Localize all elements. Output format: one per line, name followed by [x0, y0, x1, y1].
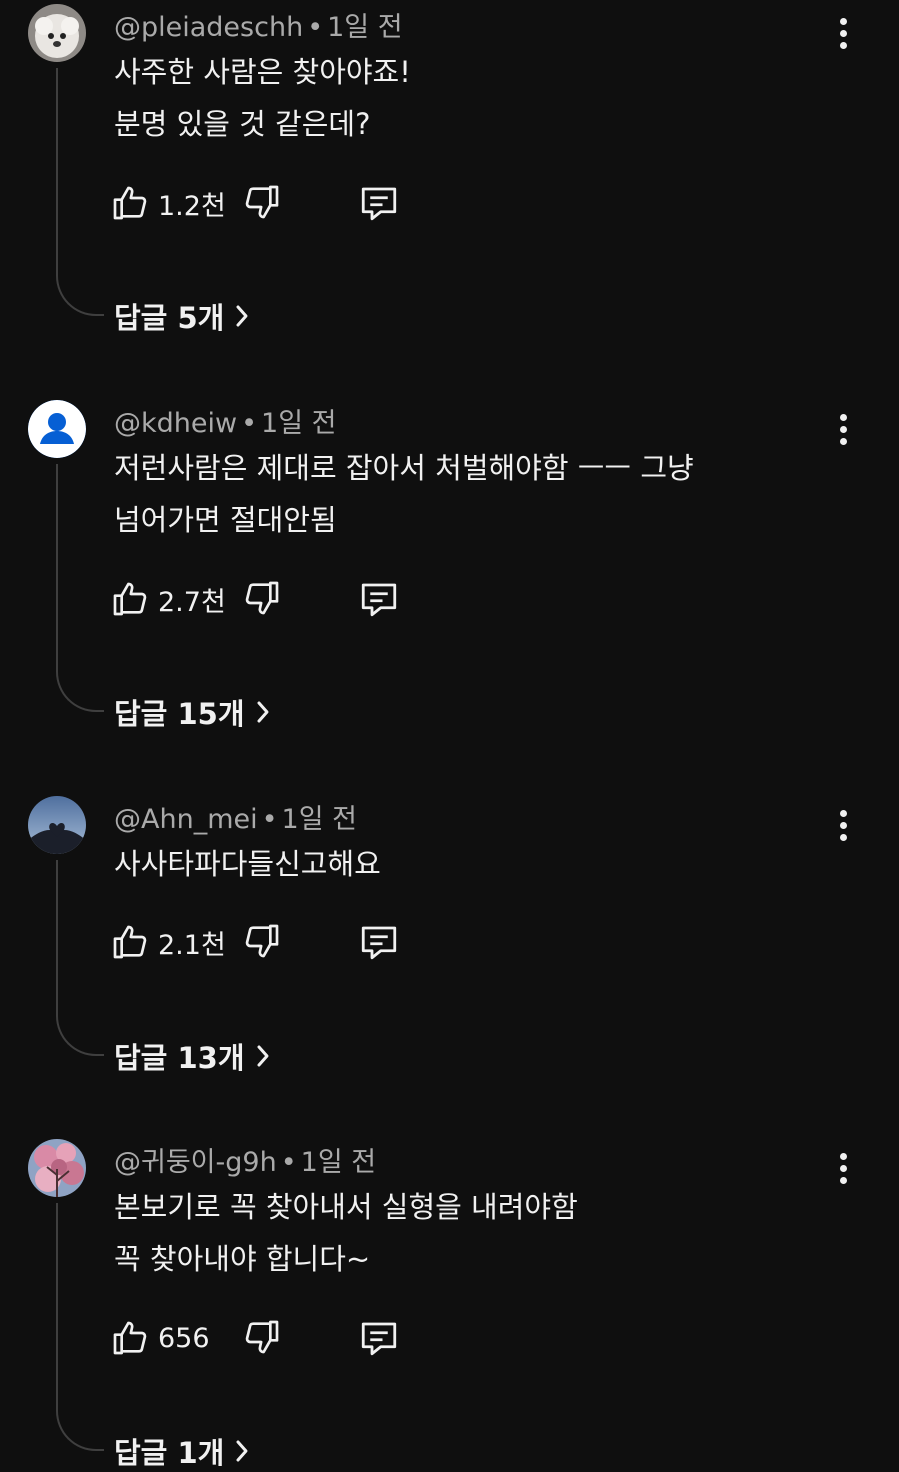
comment-item: @pleiadeschh • 1일 전 사주한 사람은 찾아야죠! 분명 있을 것 …: [0, 0, 899, 360]
reply-button[interactable]: [358, 182, 400, 228]
comment-line: 저런사람은 제대로 잡아서 처벌해야함 ㅡㅡ 그냥: [114, 451, 694, 485]
reply-button[interactable]: [358, 1317, 400, 1363]
comment-header: @Ahn_mei • 1일 전: [114, 797, 357, 836]
reply-button[interactable]: [358, 921, 400, 967]
more-options-icon[interactable]: [828, 406, 858, 452]
comment-icon: [361, 1322, 397, 1356]
thumbs-down-icon: [245, 924, 279, 958]
comment-time: 1일 전: [327, 12, 403, 43]
thread-line: [56, 68, 104, 316]
dislike-button[interactable]: [242, 182, 282, 226]
avatar[interactable]: [28, 400, 86, 458]
reply-button[interactable]: [358, 578, 400, 624]
view-replies-button[interactable]: 답글 5개: [114, 295, 250, 337]
replies-count-label: 답글 5개: [114, 301, 225, 335]
thumbs-up-icon: [113, 925, 147, 959]
avatar[interactable]: [28, 796, 86, 854]
comment-actions: 2.7천: [110, 576, 430, 622]
thumbs-up-icon: [113, 186, 147, 220]
comment-item: @Ahn_mei • 1일 전 사사타파다들신고해요 2.1천 답글 13개: [0, 792, 899, 1102]
thumbs-down-icon: [245, 581, 279, 615]
comment-item: @귀둥이-g9h • 1일 전 본보기로 꼭 찾아내서 실형을 내려야함 꼭 찾아내…: [0, 1135, 899, 1470]
dislike-button[interactable]: [242, 921, 282, 965]
like-button[interactable]: 2.7천: [110, 576, 226, 622]
comment-line: 넘어가면 절대안됨: [114, 503, 337, 537]
comment-actions: 656: [110, 1315, 430, 1361]
comment-item: @kdheiw • 1일 전 저런사람은 제대로 잡아서 처벌해야함 ㅡㅡ 그냥 넘…: [0, 396, 899, 756]
thumbs-down-icon: [245, 185, 279, 219]
thread-line: [56, 860, 104, 1056]
chevron-right-icon: [236, 1440, 248, 1462]
author-handle[interactable]: @kdheiw: [114, 408, 237, 439]
thumbs-up-icon: [113, 1321, 147, 1355]
comment-icon: [361, 583, 397, 617]
comment-header: @귀둥이-g9h • 1일 전: [114, 1140, 376, 1179]
separator-dot: •: [280, 1147, 297, 1178]
comment-icon: [361, 926, 397, 960]
more-options-icon[interactable]: [828, 802, 858, 848]
chevron-right-icon: [236, 305, 248, 327]
author-handle[interactable]: @Ahn_mei: [114, 804, 258, 835]
like-count: 2.7천: [158, 586, 226, 618]
separator-dot: •: [307, 12, 324, 43]
author-handle[interactable]: @귀둥이-g9h: [114, 1147, 277, 1178]
like-button[interactable]: 1.2천: [110, 180, 226, 226]
like-button[interactable]: 656: [110, 1315, 210, 1361]
chevron-right-icon: [257, 701, 268, 723]
separator-dot: •: [241, 408, 258, 439]
comment-line: 분명 있을 것 같은데?: [114, 107, 371, 141]
replies-count-label: 답글 1개: [114, 1436, 225, 1470]
view-replies-button[interactable]: 답글 1개: [114, 1430, 250, 1472]
comment-text: 본보기로 꼭 찾아내서 실형을 내려야함 꼭 찾아내야 합니다~: [114, 1181, 578, 1285]
comment-time: 1일 전: [300, 1147, 377, 1178]
comment-actions: 2.1천: [110, 919, 430, 965]
comment-actions: 1.2천: [110, 180, 430, 226]
dislike-button[interactable]: [242, 578, 282, 622]
avatar[interactable]: [28, 4, 86, 62]
comment-line: 본보기로 꼭 찾아내서 실형을 내려야함: [114, 1190, 578, 1224]
thumbs-down-icon: [245, 1320, 279, 1354]
thread-line: [56, 1203, 104, 1451]
comment-header: @pleiadeschh • 1일 전: [114, 5, 403, 44]
comment-time: 1일 전: [261, 408, 337, 439]
replies-count-label: 답글 13개: [114, 1041, 245, 1075]
more-options-icon[interactable]: [828, 10, 858, 56]
like-count: 1.2천: [158, 190, 226, 222]
more-options-icon[interactable]: [828, 1145, 858, 1191]
separator-dot: •: [261, 804, 278, 835]
comment-line: 꼭 찾아내야 합니다~: [114, 1242, 371, 1276]
comment-header: @kdheiw • 1일 전: [114, 401, 336, 440]
thumbs-up-icon: [113, 582, 147, 616]
comment-time: 1일 전: [281, 804, 357, 835]
chevron-right-icon: [257, 1045, 268, 1067]
author-handle[interactable]: @pleiadeschh: [114, 12, 303, 43]
view-replies-button[interactable]: 답글 13개: [114, 1035, 271, 1077]
comment-text: 저런사람은 제대로 잡아서 처벌해야함 ㅡㅡ 그냥 넘어가면 절대안됨: [114, 442, 694, 546]
like-count: 656: [158, 1322, 210, 1354]
like-count: 2.1천: [158, 929, 226, 961]
comment-text: 사사타파다들신고해요: [114, 838, 381, 890]
replies-count-label: 답글 15개: [114, 697, 245, 731]
view-replies-button[interactable]: 답글 15개: [114, 691, 271, 733]
comment-line: 사주한 사람은 찾아야죠!: [114, 55, 411, 89]
avatar[interactable]: [28, 1139, 86, 1197]
like-button[interactable]: 2.1천: [110, 919, 226, 965]
comment-icon: [361, 187, 397, 221]
dislike-button[interactable]: [242, 1317, 282, 1361]
comment-line: 사사타파다들신고해요: [114, 847, 381, 881]
thread-line: [56, 464, 104, 712]
comment-text: 사주한 사람은 찾아야죠! 분명 있을 것 같은데?: [114, 46, 411, 150]
